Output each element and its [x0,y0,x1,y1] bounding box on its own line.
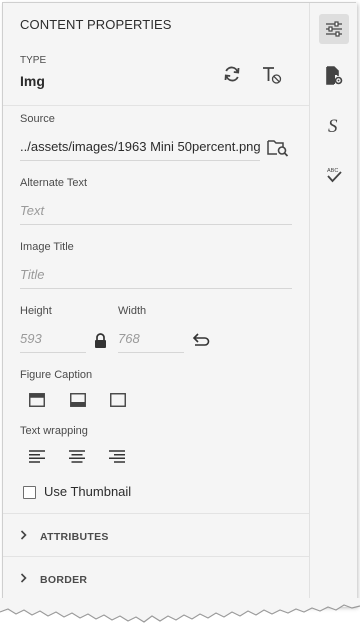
browse-folder-icon[interactable] [266,137,290,159]
alternate-text-field[interactable] [20,197,292,225]
side-toolbar: S ABC [309,3,357,607]
align-left-icon[interactable] [28,448,46,464]
torn-edge [0,598,360,623]
align-center-icon[interactable] [68,448,86,464]
divider [3,105,309,106]
width-label: Width [118,305,147,317]
border-accordion[interactable]: BORDER [20,573,87,586]
figure-caption-label: Figure Caption [20,369,93,381]
source-field[interactable]: ../assets/images/1963 Mini 50percent.png [20,133,260,161]
use-thumbnail-label: Use Thumbnail [44,484,132,499]
divider [3,513,309,514]
attributes-label: ATTRIBUTES [40,531,109,543]
lock-icon[interactable] [92,331,108,349]
document-settings-icon[interactable] [319,61,349,91]
content-properties-window: CONTENT PROPERTIES TYPE Img Source ../as… [2,2,357,607]
divider [3,556,309,557]
image-title-input[interactable] [20,261,292,288]
style-icon[interactable]: S [319,111,349,141]
width-field[interactable] [118,325,184,353]
type-label: TYPE [20,55,47,66]
text-wrapping-label: Text wrapping [20,425,88,437]
image-title-field[interactable] [20,261,292,289]
use-thumbnail-checkbox[interactable] [23,486,36,499]
alternate-text-input[interactable] [20,197,292,224]
alternate-text-label: Alternate Text [20,177,88,189]
svg-text:S: S [328,116,338,136]
caption-top-icon[interactable] [28,392,46,408]
type-value: Img [20,73,45,89]
chevron-right-icon [20,530,30,543]
panel-title: CONTENT PROPERTIES [20,17,172,32]
refresh-icon[interactable] [221,63,243,85]
sliders-icon[interactable] [319,14,349,44]
height-input[interactable] [20,325,86,352]
height-field[interactable] [20,325,86,353]
spellcheck-icon[interactable]: ABC [319,160,349,190]
align-right-icon[interactable] [108,448,126,464]
caption-bottom-icon[interactable] [69,392,87,408]
height-label: Height [20,305,52,317]
svg-text:ABC: ABC [327,168,338,174]
chevron-right-icon [20,573,30,586]
width-input[interactable] [118,325,184,352]
undo-icon[interactable] [191,331,211,347]
source-label: Source [20,113,55,125]
content-properties-panel: CONTENT PROPERTIES TYPE Img Source ../as… [3,3,309,607]
border-label: BORDER [40,574,88,586]
caption-none-icon[interactable] [109,392,127,408]
attributes-accordion[interactable]: ATTRIBUTES [20,530,109,543]
clear-format-icon[interactable] [260,63,284,87]
image-title-label: Image Title [20,241,74,253]
